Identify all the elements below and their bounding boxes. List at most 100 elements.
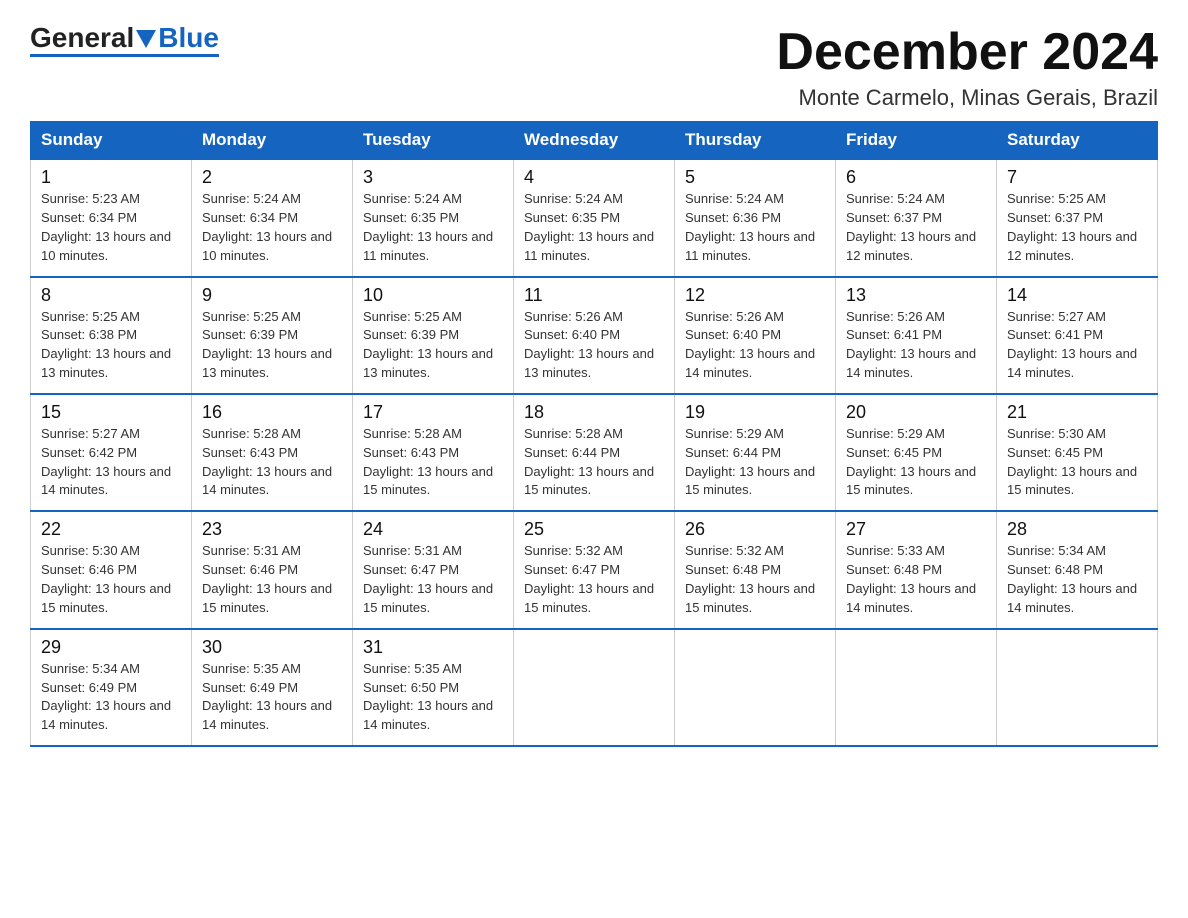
day-info: Sunrise: 5:32 AMSunset: 6:47 PMDaylight:… (524, 542, 664, 617)
calendar-day-cell: 14Sunrise: 5:27 AMSunset: 6:41 PMDayligh… (997, 277, 1158, 394)
day-info: Sunrise: 5:32 AMSunset: 6:48 PMDaylight:… (685, 542, 825, 617)
col-wednesday: Wednesday (514, 122, 675, 160)
day-number: 16 (202, 402, 342, 423)
col-thursday: Thursday (675, 122, 836, 160)
day-info: Sunrise: 5:25 AMSunset: 6:38 PMDaylight:… (41, 308, 181, 383)
col-sunday: Sunday (31, 122, 192, 160)
day-info: Sunrise: 5:26 AMSunset: 6:40 PMDaylight:… (524, 308, 664, 383)
logo: General Blue (30, 24, 219, 52)
day-number: 1 (41, 167, 181, 188)
calendar-day-cell: 6Sunrise: 5:24 AMSunset: 6:37 PMDaylight… (836, 159, 997, 276)
day-info: Sunrise: 5:28 AMSunset: 6:44 PMDaylight:… (524, 425, 664, 500)
calendar-day-cell: 29Sunrise: 5:34 AMSunset: 6:49 PMDayligh… (31, 629, 192, 746)
col-saturday: Saturday (997, 122, 1158, 160)
day-info: Sunrise: 5:27 AMSunset: 6:42 PMDaylight:… (41, 425, 181, 500)
calendar-day-cell (675, 629, 836, 746)
calendar-day-cell: 21Sunrise: 5:30 AMSunset: 6:45 PMDayligh… (997, 394, 1158, 511)
day-number: 11 (524, 285, 664, 306)
calendar-day-cell: 11Sunrise: 5:26 AMSunset: 6:40 PMDayligh… (514, 277, 675, 394)
calendar-day-cell: 3Sunrise: 5:24 AMSunset: 6:35 PMDaylight… (353, 159, 514, 276)
day-number: 4 (524, 167, 664, 188)
day-info: Sunrise: 5:24 AMSunset: 6:35 PMDaylight:… (524, 190, 664, 265)
calendar-day-cell: 18Sunrise: 5:28 AMSunset: 6:44 PMDayligh… (514, 394, 675, 511)
calendar-day-cell: 17Sunrise: 5:28 AMSunset: 6:43 PMDayligh… (353, 394, 514, 511)
calendar-day-cell: 31Sunrise: 5:35 AMSunset: 6:50 PMDayligh… (353, 629, 514, 746)
calendar-day-cell: 30Sunrise: 5:35 AMSunset: 6:49 PMDayligh… (192, 629, 353, 746)
calendar-week-row: 29Sunrise: 5:34 AMSunset: 6:49 PMDayligh… (31, 629, 1158, 746)
calendar-day-cell: 8Sunrise: 5:25 AMSunset: 6:38 PMDaylight… (31, 277, 192, 394)
day-info: Sunrise: 5:34 AMSunset: 6:49 PMDaylight:… (41, 660, 181, 735)
day-number: 2 (202, 167, 342, 188)
day-info: Sunrise: 5:28 AMSunset: 6:43 PMDaylight:… (202, 425, 342, 500)
day-number: 7 (1007, 167, 1147, 188)
day-number: 12 (685, 285, 825, 306)
day-number: 13 (846, 285, 986, 306)
day-info: Sunrise: 5:29 AMSunset: 6:44 PMDaylight:… (685, 425, 825, 500)
day-info: Sunrise: 5:24 AMSunset: 6:34 PMDaylight:… (202, 190, 342, 265)
day-number: 22 (41, 519, 181, 540)
title-area: December 2024 Monte Carmelo, Minas Gerai… (776, 24, 1158, 111)
day-info: Sunrise: 5:31 AMSunset: 6:47 PMDaylight:… (363, 542, 503, 617)
day-number: 8 (41, 285, 181, 306)
calendar-day-cell: 26Sunrise: 5:32 AMSunset: 6:48 PMDayligh… (675, 511, 836, 628)
day-number: 30 (202, 637, 342, 658)
calendar-day-cell: 16Sunrise: 5:28 AMSunset: 6:43 PMDayligh… (192, 394, 353, 511)
calendar-day-cell: 25Sunrise: 5:32 AMSunset: 6:47 PMDayligh… (514, 511, 675, 628)
calendar-week-row: 22Sunrise: 5:30 AMSunset: 6:46 PMDayligh… (31, 511, 1158, 628)
day-info: Sunrise: 5:27 AMSunset: 6:41 PMDaylight:… (1007, 308, 1147, 383)
logo-triangle-icon (136, 30, 156, 48)
calendar-day-cell: 9Sunrise: 5:25 AMSunset: 6:39 PMDaylight… (192, 277, 353, 394)
calendar-day-cell: 15Sunrise: 5:27 AMSunset: 6:42 PMDayligh… (31, 394, 192, 511)
day-info: Sunrise: 5:23 AMSunset: 6:34 PMDaylight:… (41, 190, 181, 265)
calendar-header: Sunday Monday Tuesday Wednesday Thursday… (31, 122, 1158, 160)
day-number: 31 (363, 637, 503, 658)
calendar-day-cell: 20Sunrise: 5:29 AMSunset: 6:45 PMDayligh… (836, 394, 997, 511)
calendar-day-cell: 2Sunrise: 5:24 AMSunset: 6:34 PMDaylight… (192, 159, 353, 276)
calendar-day-cell: 28Sunrise: 5:34 AMSunset: 6:48 PMDayligh… (997, 511, 1158, 628)
day-number: 23 (202, 519, 342, 540)
day-number: 21 (1007, 402, 1147, 423)
calendar-table: Sunday Monday Tuesday Wednesday Thursday… (30, 121, 1158, 747)
col-friday: Friday (836, 122, 997, 160)
col-monday: Monday (192, 122, 353, 160)
logo-general-text: General (30, 24, 134, 52)
day-number: 14 (1007, 285, 1147, 306)
calendar-day-cell: 22Sunrise: 5:30 AMSunset: 6:46 PMDayligh… (31, 511, 192, 628)
day-number: 20 (846, 402, 986, 423)
calendar-day-cell: 12Sunrise: 5:26 AMSunset: 6:40 PMDayligh… (675, 277, 836, 394)
day-number: 9 (202, 285, 342, 306)
day-info: Sunrise: 5:35 AMSunset: 6:49 PMDaylight:… (202, 660, 342, 735)
day-number: 18 (524, 402, 664, 423)
calendar-week-row: 8Sunrise: 5:25 AMSunset: 6:38 PMDaylight… (31, 277, 1158, 394)
calendar-day-cell: 19Sunrise: 5:29 AMSunset: 6:44 PMDayligh… (675, 394, 836, 511)
day-info: Sunrise: 5:29 AMSunset: 6:45 PMDaylight:… (846, 425, 986, 500)
calendar-day-cell: 24Sunrise: 5:31 AMSunset: 6:47 PMDayligh… (353, 511, 514, 628)
day-info: Sunrise: 5:28 AMSunset: 6:43 PMDaylight:… (363, 425, 503, 500)
day-number: 10 (363, 285, 503, 306)
calendar-subtitle: Monte Carmelo, Minas Gerais, Brazil (776, 85, 1158, 111)
day-number: 24 (363, 519, 503, 540)
day-number: 29 (41, 637, 181, 658)
logo-underline (30, 54, 219, 57)
day-number: 17 (363, 402, 503, 423)
calendar-day-cell (836, 629, 997, 746)
calendar-body: 1Sunrise: 5:23 AMSunset: 6:34 PMDaylight… (31, 159, 1158, 746)
calendar-day-cell: 5Sunrise: 5:24 AMSunset: 6:36 PMDaylight… (675, 159, 836, 276)
day-info: Sunrise: 5:24 AMSunset: 6:36 PMDaylight:… (685, 190, 825, 265)
day-number: 26 (685, 519, 825, 540)
calendar-day-cell: 7Sunrise: 5:25 AMSunset: 6:37 PMDaylight… (997, 159, 1158, 276)
day-number: 28 (1007, 519, 1147, 540)
page: General Blue December 2024 Monte Carmelo… (0, 0, 1188, 767)
calendar-day-cell (997, 629, 1158, 746)
calendar-day-cell: 13Sunrise: 5:26 AMSunset: 6:41 PMDayligh… (836, 277, 997, 394)
logo-area: General Blue (30, 24, 219, 57)
day-info: Sunrise: 5:24 AMSunset: 6:35 PMDaylight:… (363, 190, 503, 265)
day-info: Sunrise: 5:33 AMSunset: 6:48 PMDaylight:… (846, 542, 986, 617)
header-row: General Blue December 2024 Monte Carmelo… (30, 24, 1158, 111)
day-number: 3 (363, 167, 503, 188)
day-info: Sunrise: 5:34 AMSunset: 6:48 PMDaylight:… (1007, 542, 1147, 617)
calendar-day-cell: 1Sunrise: 5:23 AMSunset: 6:34 PMDaylight… (31, 159, 192, 276)
day-number: 27 (846, 519, 986, 540)
day-info: Sunrise: 5:26 AMSunset: 6:40 PMDaylight:… (685, 308, 825, 383)
day-info: Sunrise: 5:30 AMSunset: 6:45 PMDaylight:… (1007, 425, 1147, 500)
